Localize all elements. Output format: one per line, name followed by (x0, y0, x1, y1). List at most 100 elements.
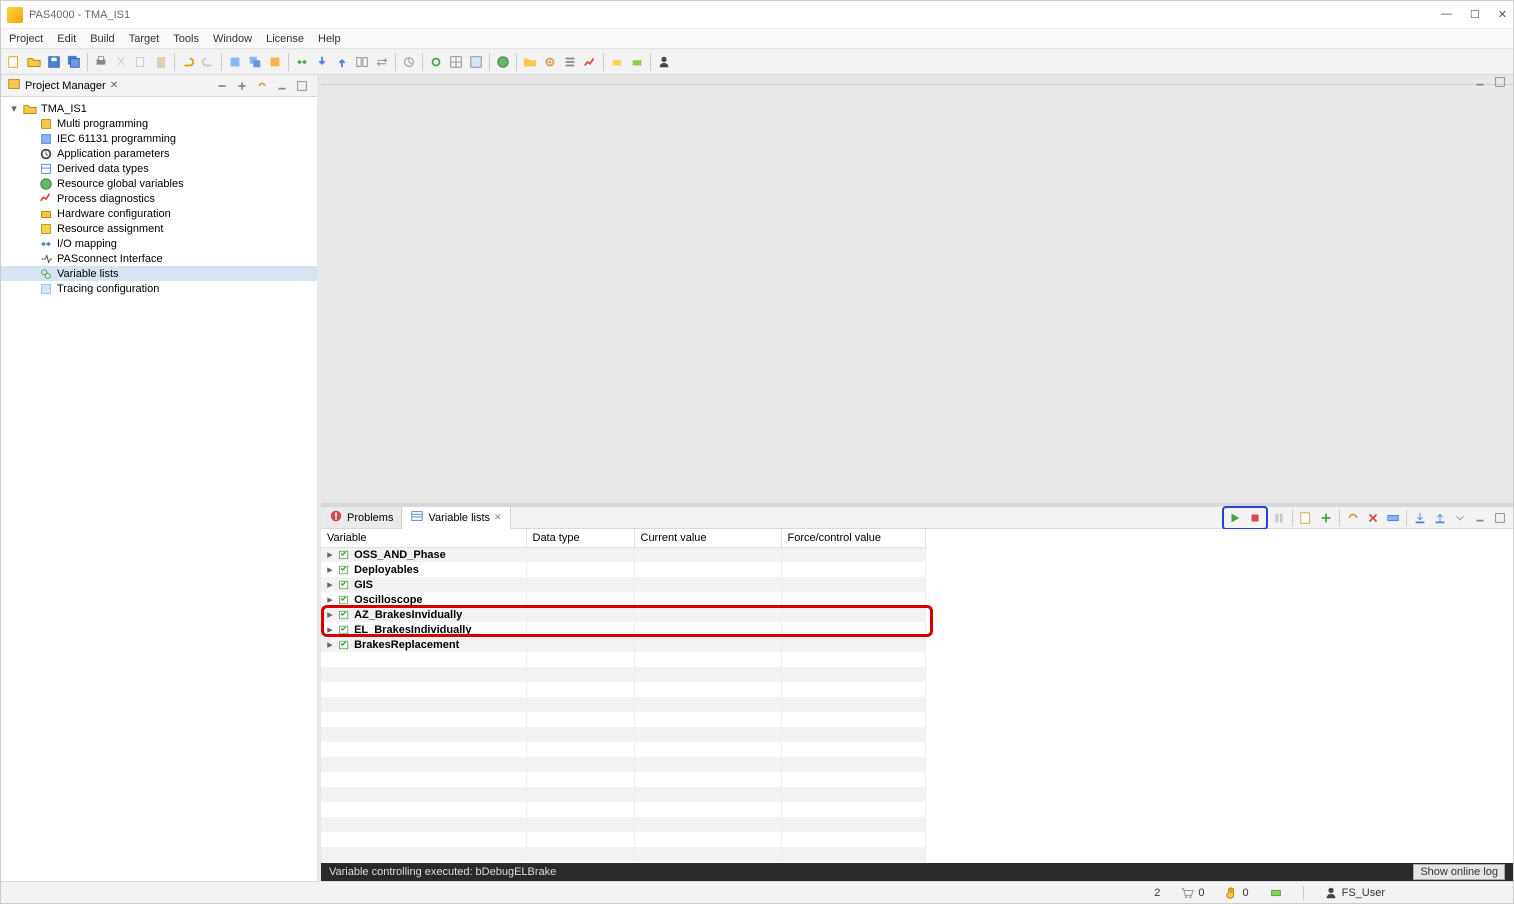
paste-icon[interactable] (152, 53, 170, 71)
tree-item[interactable]: Resource global variables (1, 176, 317, 191)
rebuild-icon[interactable] (266, 53, 284, 71)
save-icon[interactable] (45, 53, 63, 71)
maximize-view-icon[interactable] (293, 77, 311, 95)
tree-root[interactable]: ▾ TMA_IS1 (1, 101, 317, 116)
gear-icon[interactable] (541, 53, 559, 71)
menu-edit[interactable]: Edit (57, 33, 76, 45)
tree-item[interactable]: I/O mapping (1, 236, 317, 251)
tree-item[interactable]: Resource assignment (1, 221, 317, 236)
grid2-icon[interactable] (467, 53, 485, 71)
cut-icon[interactable] (112, 53, 130, 71)
table-row[interactable]: ▸ BrakesReplacement (321, 637, 925, 652)
menu-window[interactable]: Window (213, 33, 252, 45)
globe-icon[interactable] (494, 53, 512, 71)
col-current[interactable]: Current value (634, 529, 781, 547)
print-icon[interactable] (92, 53, 110, 71)
minimize-button[interactable]: — (1441, 8, 1452, 21)
expand-icon[interactable]: ▸ (325, 563, 335, 576)
expand-icon[interactable]: ▸ (325, 608, 335, 621)
tree-item[interactable]: PASconnect Interface (1, 251, 317, 266)
table-row[interactable]: ▸ AZ_BrakesInvidually (321, 607, 925, 622)
scan-icon[interactable] (400, 53, 418, 71)
redo-icon[interactable] (199, 53, 217, 71)
undo-icon[interactable] (179, 53, 197, 71)
save-all-icon[interactable] (65, 53, 83, 71)
tree-item-label: Application parameters (57, 148, 170, 160)
minimize-view-icon[interactable] (273, 77, 291, 95)
close-button[interactable]: ✕ (1498, 8, 1507, 21)
diag2-icon[interactable] (628, 53, 646, 71)
tab-variable-lists[interactable]: Variable lists ✕ (402, 507, 510, 529)
expand-icon[interactable]: ▸ (325, 578, 335, 591)
link-icon[interactable] (253, 77, 271, 95)
build-all-icon[interactable] (246, 53, 264, 71)
menu-project[interactable]: Project (9, 33, 43, 45)
expand-icon[interactable]: ▸ (325, 623, 335, 636)
open-icon[interactable] (25, 53, 43, 71)
add-icon[interactable] (1317, 509, 1335, 527)
new-list-icon[interactable] (1297, 509, 1315, 527)
copy-icon[interactable] (132, 53, 150, 71)
expand-icon[interactable]: ▸ (325, 638, 335, 651)
folder-icon[interactable] (521, 53, 539, 71)
connect-icon[interactable] (293, 53, 311, 71)
tree-item[interactable]: Variable lists (1, 266, 317, 281)
pause-icon[interactable] (1270, 509, 1288, 527)
expand-icon[interactable]: ▸ (325, 593, 335, 606)
compare-icon[interactable] (353, 53, 371, 71)
menu-help[interactable]: Help (318, 33, 341, 45)
col-force[interactable]: Force/control value (781, 529, 925, 547)
table-row[interactable]: ▸ OSS_AND_Phase (321, 547, 925, 562)
import-icon[interactable] (1411, 509, 1429, 527)
user-icon[interactable] (655, 53, 673, 71)
table-row[interactable]: ▸ EL_BrakesIndividually (321, 622, 925, 637)
view-minimize-icon[interactable] (1471, 509, 1489, 527)
tree-item[interactable]: Derived data types (1, 161, 317, 176)
maximize-button[interactable]: ☐ (1470, 8, 1480, 21)
view-maximize-icon[interactable] (1491, 509, 1509, 527)
download-icon[interactable] (313, 53, 331, 71)
clear-icon[interactable] (1364, 509, 1382, 527)
menu-target[interactable]: Target (129, 33, 160, 45)
table-row[interactable]: ▸ Deployables (321, 562, 925, 577)
tree-item[interactable]: IEC 61131 programming (1, 131, 317, 146)
tree-item[interactable]: Hardware configuration (1, 206, 317, 221)
menu-dropdown-icon[interactable] (1451, 509, 1469, 527)
table-row[interactable]: ▸ Oscilloscope (321, 592, 925, 607)
tree-item[interactable]: Application parameters (1, 146, 317, 161)
grid1-icon[interactable] (447, 53, 465, 71)
toggle-icon[interactable] (1384, 509, 1402, 527)
tree-item[interactable]: Multi programming (1, 116, 317, 131)
table-row[interactable]: ▸ GIS (321, 577, 925, 592)
refresh-icon[interactable] (427, 53, 445, 71)
play-icon[interactable] (1226, 509, 1244, 527)
new-icon[interactable] (5, 53, 23, 71)
show-online-log-button[interactable]: Show online log (1413, 864, 1505, 880)
varlist-table-area[interactable]: Variable Data type Current value Force/c… (321, 529, 1513, 863)
col-variable[interactable]: Variable (321, 529, 526, 547)
menu-license[interactable]: License (266, 33, 304, 45)
menu-build[interactable]: Build (90, 33, 114, 45)
list-icon[interactable] (561, 53, 579, 71)
refresh2-icon[interactable] (1344, 509, 1362, 527)
tree-item[interactable]: Process diagnostics (1, 191, 317, 206)
menu-tools[interactable]: Tools (173, 33, 199, 45)
col-datatype[interactable]: Data type (526, 529, 634, 547)
editor-maximize-icon[interactable] (1491, 73, 1509, 91)
tree-item[interactable]: Tracing configuration (1, 281, 317, 296)
diag1-icon[interactable] (608, 53, 626, 71)
export-icon[interactable] (1431, 509, 1449, 527)
chart-icon[interactable] (581, 53, 599, 71)
transfer-icon[interactable] (373, 53, 391, 71)
collapse-all-icon[interactable] (213, 77, 231, 95)
view-close-icon[interactable]: ✕ (110, 80, 118, 91)
expand-icon[interactable]: ▸ (325, 548, 335, 561)
expand-all-icon[interactable] (233, 77, 251, 95)
editor-minimize-icon[interactable] (1471, 73, 1489, 91)
tab-problems[interactable]: Problems (321, 507, 402, 528)
tab-close-icon[interactable]: ✕ (494, 512, 502, 523)
stop-icon[interactable] (1246, 509, 1264, 527)
upload-icon[interactable] (333, 53, 351, 71)
build-icon[interactable] (226, 53, 244, 71)
project-tree[interactable]: ▾ TMA_IS1 Multi programmingIEC 61131 pro… (1, 97, 317, 881)
